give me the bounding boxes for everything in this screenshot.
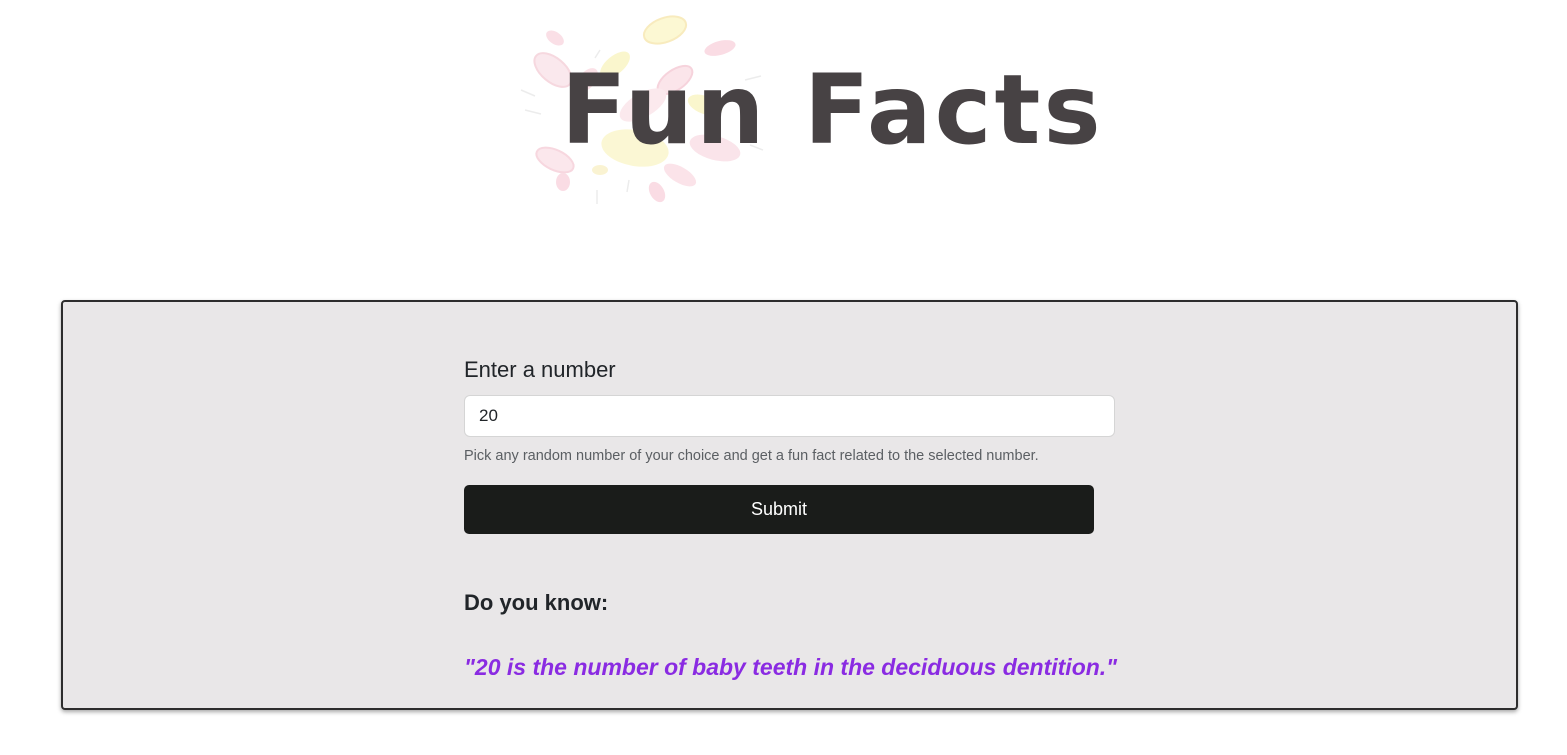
page-title: Fun Facts <box>561 54 1104 166</box>
fun-fact-card: Enter a number Pick any random number of… <box>61 300 1518 710</box>
page: Fun Facts Enter a number Pick any random… <box>0 0 1567 755</box>
fun-fact-text: "20 is the number of baby teeth in the d… <box>464 654 1118 680</box>
number-input[interactable] <box>464 395 1115 437</box>
number-field-label: Enter a number <box>464 357 616 382</box>
fun-facts-logo: Fun Facts <box>515 10 1101 210</box>
number-form: Enter a number Pick any random number of… <box>464 355 1118 682</box>
do-you-know-heading: Do you know: <box>464 590 609 615</box>
submit-button[interactable]: Submit <box>464 485 1094 534</box>
number-help-text: Pick any random number of your choice an… <box>464 448 1039 464</box>
